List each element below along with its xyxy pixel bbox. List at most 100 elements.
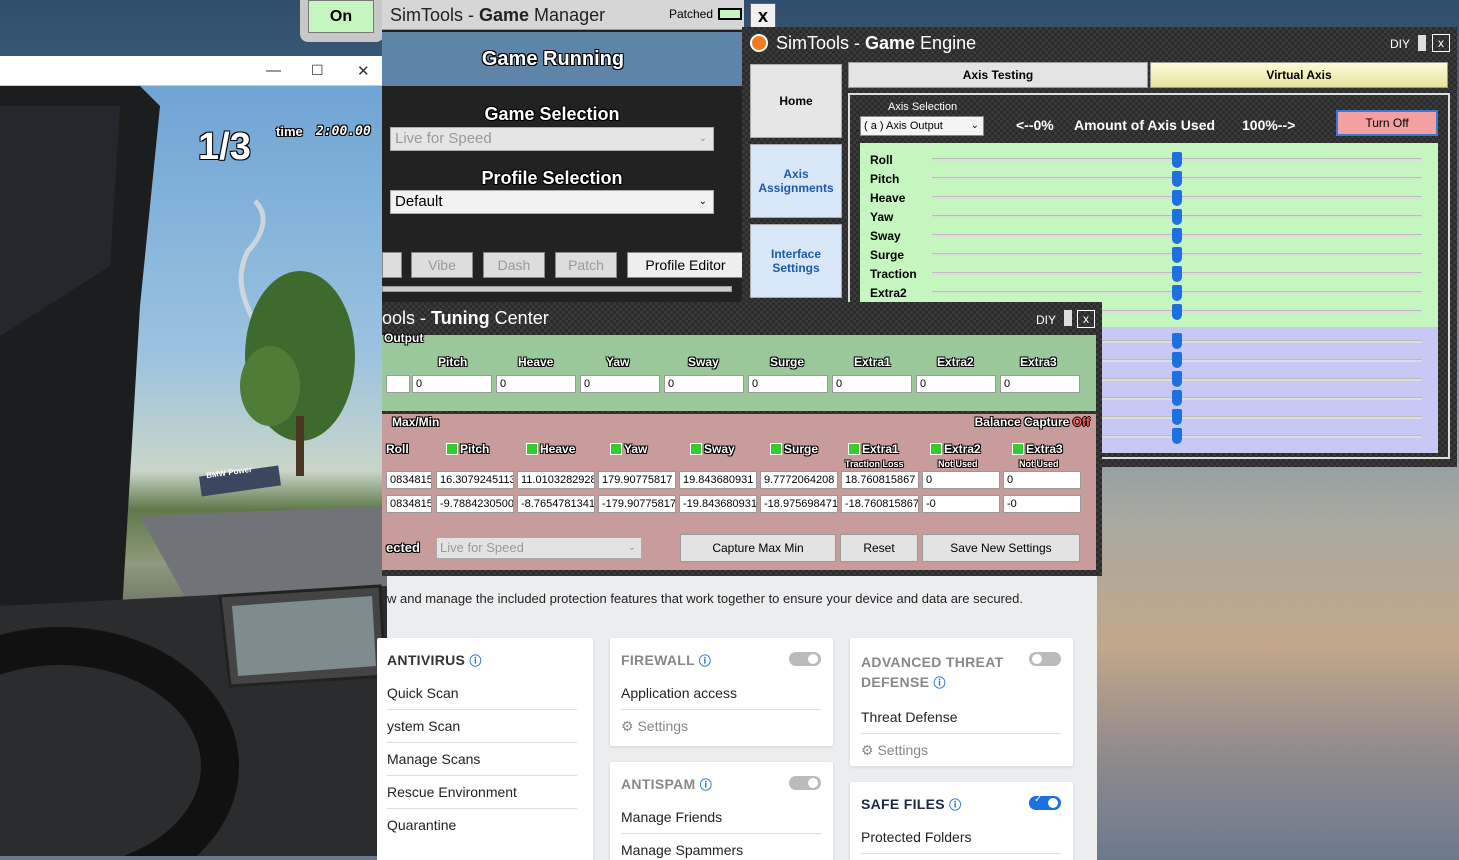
manage-scans-link[interactable]: Manage Scans: [387, 743, 577, 776]
output-field[interactable]: 0: [748, 375, 828, 393]
help-icon[interactable]: ⓘ: [949, 798, 961, 812]
slider-thumb[interactable]: [1172, 333, 1182, 349]
maxmin-head-yaw[interactable]: Yaw: [610, 442, 647, 456]
checkbox[interactable]: [526, 443, 538, 455]
output-field[interactable]: 0: [580, 375, 660, 393]
output-field[interactable]: 0: [1000, 375, 1080, 393]
checkbox[interactable]: [690, 443, 702, 455]
output-field[interactable]: [386, 375, 410, 393]
axis-assignments-button[interactable]: Axis Assignments: [750, 144, 842, 218]
checkbox[interactable]: [848, 443, 860, 455]
maxmin-head-extra1[interactable]: Extra1: [848, 442, 899, 456]
slider-thumb[interactable]: [1172, 428, 1182, 444]
slider-thumb[interactable]: [1172, 209, 1182, 225]
max-field[interactable]: 9.7772064208: [760, 471, 838, 489]
manage-spammers-link[interactable]: Manage Spammers: [621, 834, 821, 860]
reset-button[interactable]: Reset: [840, 534, 918, 562]
profile-selection-dropdown[interactable]: Default ⌄: [390, 190, 714, 214]
output-field[interactable]: 0: [496, 375, 576, 393]
max-field[interactable]: 11.0103282928: [517, 471, 595, 489]
slider-thumb[interactable]: [1172, 304, 1182, 320]
max-field[interactable]: 19.843680931: [679, 471, 757, 489]
minimize-bar-icon[interactable]: [1418, 35, 1426, 51]
max-field[interactable]: 0: [922, 471, 1000, 489]
max-field[interactable]: 179.90775817: [598, 471, 676, 489]
maxmin-head-heave[interactable]: Heave: [526, 442, 575, 456]
system-scan-link[interactable]: ystem Scan: [387, 710, 577, 743]
rescue-environment-link[interactable]: Rescue Environment: [387, 776, 577, 809]
min-field[interactable]: -18.975698471: [760, 495, 838, 513]
max-field[interactable]: 16.3079245113: [436, 471, 514, 489]
slider-thumb[interactable]: [1172, 171, 1182, 187]
maxmin-head-pitch[interactable]: Pitch: [446, 442, 489, 456]
manage-friends-link[interactable]: Manage Friends: [621, 801, 821, 834]
antispam-toggle[interactable]: [789, 776, 821, 790]
save-new-settings-button[interactable]: Save New Settings: [922, 534, 1080, 562]
atd-settings-link[interactable]: ⚙ Settings: [861, 734, 1061, 767]
help-icon[interactable]: ⓘ: [699, 654, 711, 668]
slider-thumb[interactable]: [1172, 371, 1182, 387]
checkbox[interactable]: [770, 443, 782, 455]
slider-thumb[interactable]: [1172, 352, 1182, 368]
partial-button[interactable]: [382, 252, 402, 278]
slider-thumb[interactable]: [1172, 247, 1182, 263]
maxmin-head-sway[interactable]: Sway: [690, 442, 735, 456]
tab-virtual-axis[interactable]: Virtual Axis: [1150, 62, 1448, 88]
threat-defense-link[interactable]: Threat Defense: [861, 701, 1061, 734]
slider-thumb[interactable]: [1172, 390, 1182, 406]
dash-button[interactable]: Dash: [483, 252, 545, 278]
slider-thumb[interactable]: [1172, 228, 1182, 244]
firewall-settings-link[interactable]: ⚙ Settings: [621, 710, 821, 743]
output-field[interactable]: 0: [832, 375, 912, 393]
quarantine-link[interactable]: Quarantine: [387, 809, 577, 841]
on-button[interactable]: On: [308, 0, 374, 33]
minimize-icon[interactable]: —: [266, 62, 281, 79]
patch-button[interactable]: Patch: [555, 252, 617, 278]
maxmin-head-extra2[interactable]: Extra2: [930, 442, 981, 456]
help-icon[interactable]: ⓘ: [469, 654, 481, 668]
capture-max-min-button[interactable]: Capture Max Min: [680, 534, 836, 562]
axis-selection-dropdown[interactable]: ( a ) Axis Output ⌄: [860, 116, 984, 136]
maxmin-head-extra3[interactable]: Extra3: [1012, 442, 1063, 456]
game-engine-close-button[interactable]: x: [1432, 34, 1450, 52]
min-field[interactable]: -8.7654781341: [517, 495, 595, 513]
slider-thumb[interactable]: [1172, 190, 1182, 206]
application-access-link[interactable]: Application access: [621, 677, 821, 710]
firewall-toggle[interactable]: [789, 652, 821, 666]
max-field[interactable]: 0: [1003, 471, 1081, 489]
slider-thumb[interactable]: [1172, 409, 1182, 425]
slider-thumb[interactable]: [1172, 152, 1182, 168]
min-field[interactable]: -0: [922, 495, 1000, 513]
checkbox[interactable]: [1012, 443, 1024, 455]
vibe-button[interactable]: Vibe: [411, 252, 473, 278]
slider-thumb[interactable]: [1172, 266, 1182, 282]
safe-files-toggle[interactable]: ✓: [1029, 794, 1061, 810]
help-icon[interactable]: ⓘ: [700, 778, 712, 792]
maximize-icon[interactable]: ☐: [311, 62, 324, 79]
protected-folders-link[interactable]: Protected Folders: [861, 821, 1061, 854]
output-field[interactable]: 0: [916, 375, 996, 393]
output-field[interactable]: 0: [664, 375, 744, 393]
help-icon[interactable]: ⓘ: [933, 676, 945, 690]
min-field[interactable]: 0834815: [386, 495, 432, 513]
balance-capture[interactable]: Balance Capture Off: [975, 415, 1090, 429]
slider-thumb[interactable]: [1172, 285, 1182, 301]
profile-editor-button[interactable]: Profile Editor: [627, 252, 744, 278]
tab-axis-testing[interactable]: Axis Testing: [848, 62, 1148, 88]
game-dropdown[interactable]: Live for Speed ⌄: [436, 537, 642, 559]
min-field[interactable]: -0: [1003, 495, 1081, 513]
min-field[interactable]: -9.7884230500: [436, 495, 514, 513]
max-field[interactable]: 0834815: [386, 471, 432, 489]
min-field[interactable]: -18.760815867: [841, 495, 919, 513]
game-manager-close-button[interactable]: x: [750, 3, 776, 29]
interface-settings-button[interactable]: Interface Settings: [750, 224, 842, 298]
maxmin-head-surge[interactable]: Surge: [770, 442, 818, 456]
output-field[interactable]: 0: [412, 375, 492, 393]
home-button[interactable]: Home: [750, 64, 842, 138]
quick-scan-link[interactable]: Quick Scan: [387, 677, 577, 710]
checkbox[interactable]: [446, 443, 458, 455]
turn-off-button[interactable]: Turn Off: [1336, 110, 1438, 136]
min-field[interactable]: -19.843680931: [679, 495, 757, 513]
tuning-center-close-button[interactable]: x: [1077, 310, 1095, 328]
game-selection-dropdown[interactable]: Live for Speed ⌄: [390, 127, 714, 151]
